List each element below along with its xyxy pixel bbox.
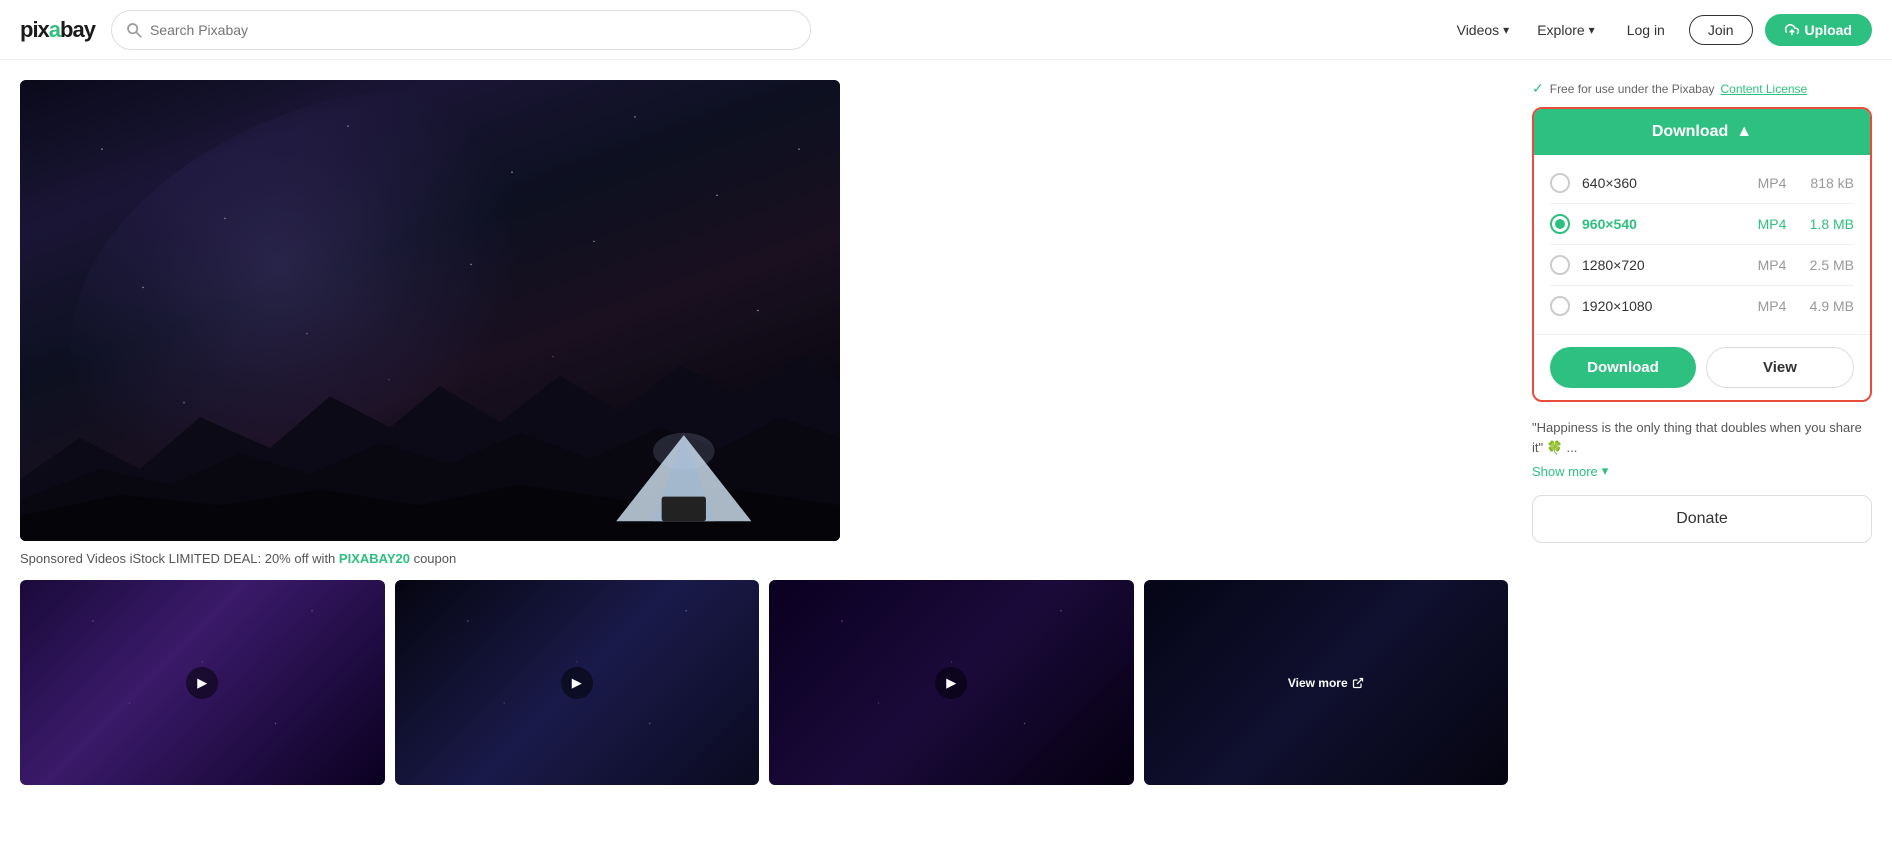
- search-input[interactable]: [150, 22, 796, 38]
- chevron-up-icon: ▲: [1736, 123, 1752, 141]
- radio-960[interactable]: [1550, 214, 1570, 234]
- thumb-overlay-1: ▶: [20, 580, 385, 785]
- format-960: MP4: [1752, 216, 1792, 232]
- format-1920: MP4: [1752, 298, 1792, 314]
- content-license-link[interactable]: Content License: [1721, 82, 1808, 96]
- download-header-button[interactable]: Download ▲: [1534, 109, 1870, 155]
- format-1280: MP4: [1752, 257, 1792, 273]
- resolution-1280: 1280×720: [1582, 257, 1740, 273]
- format-640: MP4: [1752, 175, 1792, 191]
- chevron-down-icon: ▾: [1503, 23, 1509, 37]
- resolution-960: 960×540: [1582, 216, 1740, 232]
- sponsored-bar: Sponsored Videos iStock LIMITED DEAL: 20…: [20, 551, 1508, 566]
- chevron-down-icon: ▾: [1589, 23, 1595, 37]
- upload-button[interactable]: Upload: [1765, 14, 1872, 46]
- thumbnail-2[interactable]: ▶: [395, 580, 760, 785]
- radio-640[interactable]: [1550, 173, 1570, 193]
- explore-nav-button[interactable]: Explore ▾: [1529, 16, 1603, 44]
- view-action-button[interactable]: View: [1706, 347, 1854, 388]
- video-thumbnail: [20, 80, 840, 541]
- play-icon: ▶: [186, 667, 218, 699]
- search-bar: [111, 10, 811, 50]
- sidebar: ✓ Free for use under the Pixabay Content…: [1532, 80, 1872, 543]
- quote-text: "Happiness is the only thing that double…: [1532, 418, 1872, 457]
- check-icon: ✓: [1532, 80, 1544, 97]
- logo[interactable]: pixabay: [20, 17, 95, 43]
- download-action-button[interactable]: Download: [1550, 347, 1696, 388]
- thumbnail-1[interactable]: ▶: [20, 580, 385, 785]
- thumbnail-3[interactable]: ▶: [769, 580, 1134, 785]
- download-options-list: 640×360 MP4 818 kB 960×540 MP4 1.8 MB 12: [1534, 155, 1870, 334]
- thumb-overlay-4: View more: [1144, 580, 1509, 785]
- download-option-960[interactable]: 960×540 MP4 1.8 MB: [1550, 204, 1854, 245]
- radio-inner-960: [1555, 219, 1565, 229]
- download-panel: Download ▲ 640×360 MP4 818 kB 960×540: [1532, 107, 1872, 402]
- resolution-640: 640×360: [1582, 175, 1740, 191]
- search-icon: [126, 22, 142, 38]
- play-icon: ▶: [935, 667, 967, 699]
- thumb-overlay-2: ▶: [395, 580, 760, 785]
- download-option-1920[interactable]: 1920×1080 MP4 4.9 MB: [1550, 286, 1854, 326]
- thumbnail-view-more[interactable]: View more: [1144, 580, 1509, 785]
- download-option-640[interactable]: 640×360 MP4 818 kB: [1550, 163, 1854, 204]
- chevron-down-icon: ▾: [1602, 463, 1609, 479]
- play-icon: ▶: [561, 667, 593, 699]
- thumbnails-row: ▶ ▶ ▶ View more: [20, 580, 1508, 785]
- view-more-text: View more: [1288, 676, 1364, 690]
- download-actions: Download View: [1534, 334, 1870, 400]
- donate-button[interactable]: Donate: [1532, 495, 1872, 543]
- video-container[interactable]: [20, 80, 840, 541]
- radio-1280[interactable]: [1550, 255, 1570, 275]
- header: pixabay Videos ▾ Explore ▾ Log in Join U…: [0, 0, 1892, 60]
- size-960: 1.8 MB: [1804, 216, 1854, 232]
- size-1920: 4.9 MB: [1804, 298, 1854, 314]
- license-line: ✓ Free for use under the Pixabay Content…: [1532, 80, 1872, 97]
- thumb-overlay-3: ▶: [769, 580, 1134, 785]
- main-layout: Sponsored Videos iStock LIMITED DEAL: 20…: [0, 60, 1892, 805]
- resolution-1920: 1920×1080: [1582, 298, 1740, 314]
- coupon-link[interactable]: PIXABAY20: [339, 551, 410, 566]
- download-option-1280[interactable]: 1280×720 MP4 2.5 MB: [1550, 245, 1854, 286]
- external-link-icon: [1352, 677, 1364, 689]
- videos-nav-button[interactable]: Videos ▾: [1449, 16, 1518, 44]
- show-more-button[interactable]: Show more ▾: [1532, 463, 1608, 479]
- upload-icon: [1785, 23, 1799, 37]
- login-button[interactable]: Log in: [1615, 16, 1677, 44]
- join-button[interactable]: Join: [1689, 15, 1753, 45]
- video-section: Sponsored Videos iStock LIMITED DEAL: 20…: [20, 80, 1508, 785]
- tent-silhouette: [610, 429, 758, 532]
- radio-1920[interactable]: [1550, 296, 1570, 316]
- size-640: 818 kB: [1804, 175, 1854, 191]
- header-nav: Videos ▾ Explore ▾ Log in Join Upload: [1449, 14, 1872, 46]
- size-1280: 2.5 MB: [1804, 257, 1854, 273]
